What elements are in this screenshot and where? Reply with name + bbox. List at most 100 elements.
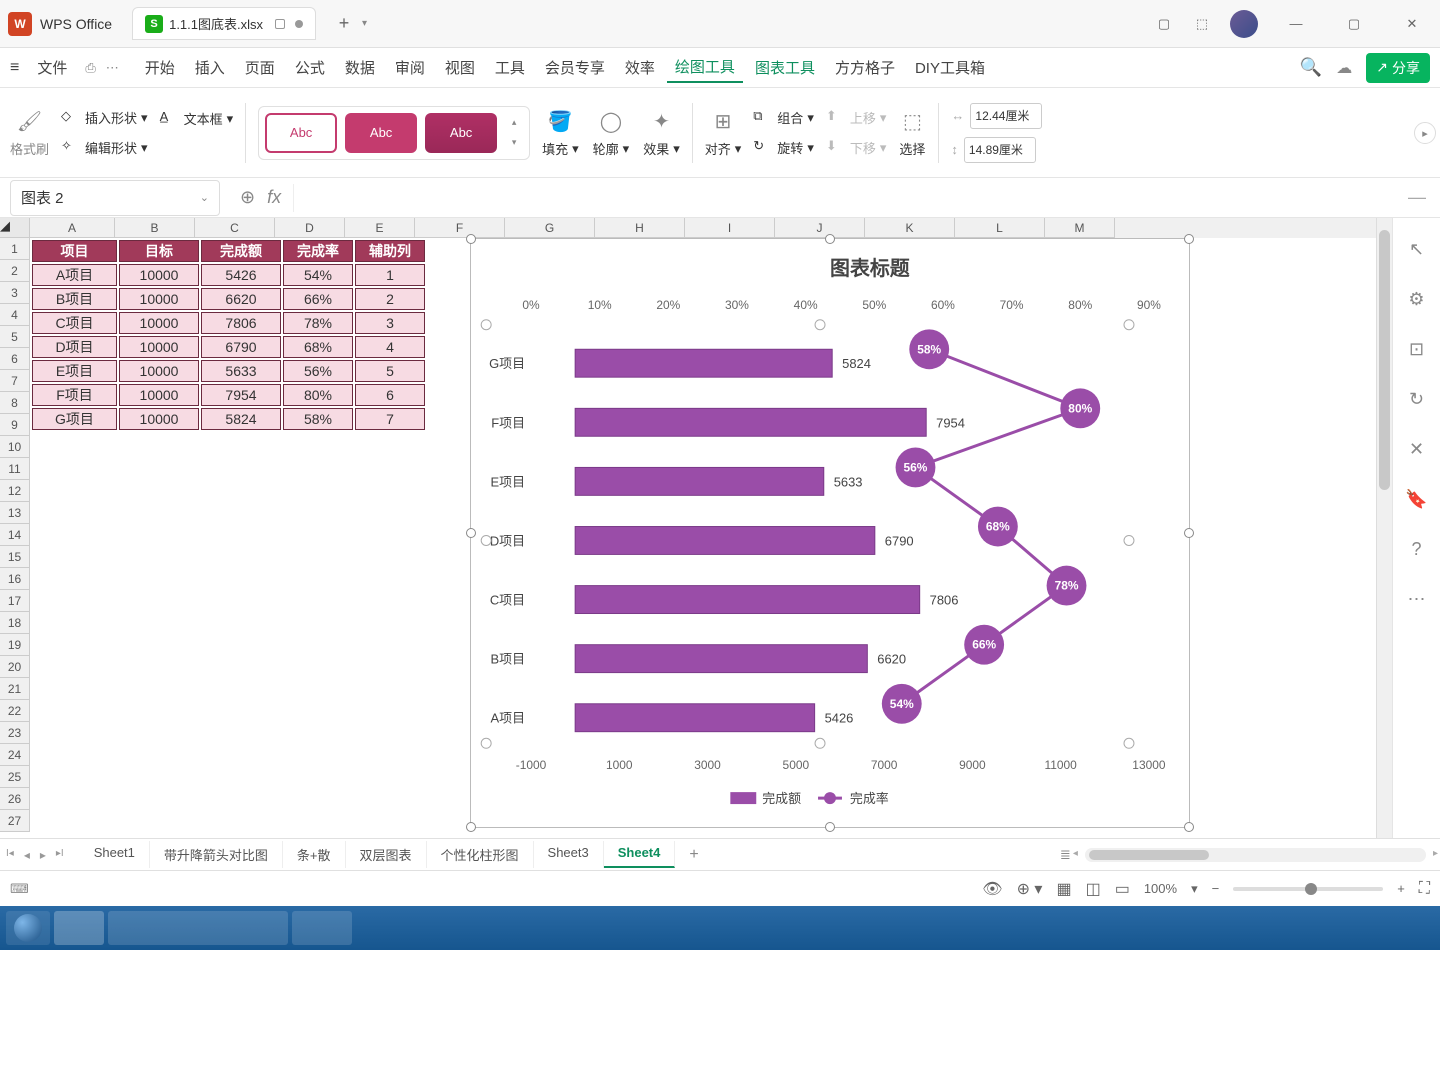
row-header[interactable]: 5 xyxy=(0,326,30,348)
chart-handle-nw[interactable] xyxy=(466,234,476,244)
style-swatch-3[interactable]: Abc xyxy=(425,113,497,153)
format-painter-group[interactable]: 🖌 格式刷 xyxy=(10,107,49,158)
row-header[interactable]: 15 xyxy=(0,546,30,568)
sheet-tab[interactable]: 条+散 xyxy=(283,841,346,868)
spreadsheet-grid[interactable]: ◢ ABCDEFGHIJKLM 123456789101112131415161… xyxy=(0,218,1376,838)
start-button[interactable] xyxy=(6,911,50,945)
row-header[interactable]: 4 xyxy=(0,304,30,326)
col-header-I[interactable]: I xyxy=(685,218,775,238)
menu-view[interactable]: 视图 xyxy=(437,53,483,82)
keyboard-icon[interactable]: ⌨ xyxy=(10,881,29,897)
table-cell[interactable]: 5426 xyxy=(201,264,281,286)
save-icon[interactable]: ⎙ xyxy=(85,60,95,76)
tab-window-icon[interactable] xyxy=(275,19,285,29)
col-header-B[interactable]: B xyxy=(115,218,195,238)
table-cell[interactable]: C项目 xyxy=(32,312,117,334)
fullscreen-icon[interactable]: ⛶ xyxy=(1419,880,1430,898)
bookmark-icon[interactable]: 🔖 xyxy=(1406,488,1428,510)
row-header[interactable]: 12 xyxy=(0,480,30,502)
menu-home[interactable]: 开始 xyxy=(137,53,183,82)
table-header[interactable]: 完成率 xyxy=(283,240,353,262)
menu-review[interactable]: 审阅 xyxy=(387,53,433,82)
tab-menu-chevron-icon[interactable]: ▾ xyxy=(362,18,367,29)
zoom-fx-icon[interactable]: ⊕ xyxy=(240,187,255,208)
window-minimize-button[interactable]: ― xyxy=(1276,16,1316,31)
zoom-value[interactable]: 100% xyxy=(1144,881,1177,896)
row-header[interactable]: 20 xyxy=(0,656,30,678)
taskbar-item-1[interactable] xyxy=(54,911,104,945)
col-header-G[interactable]: G xyxy=(505,218,595,238)
text-box-button[interactable]: A̲文本框 ▾ xyxy=(160,109,234,129)
menu-member[interactable]: 会员专享 xyxy=(537,53,613,82)
menu-hamburger-icon[interactable]: ≡ xyxy=(10,59,19,77)
sheet-tab[interactable]: Sheet1 xyxy=(80,841,150,868)
table-header[interactable]: 项目 xyxy=(32,240,117,262)
table-cell[interactable]: 10000 xyxy=(119,336,199,358)
add-sheet-button[interactable]: + xyxy=(681,846,706,864)
table-cell[interactable]: 10000 xyxy=(119,288,199,310)
row-header[interactable]: 22 xyxy=(0,700,30,722)
effects-button[interactable]: ✦效果 ▾ xyxy=(643,107,680,158)
select-all-corner[interactable]: ◢ xyxy=(0,218,30,238)
table-cell[interactable]: 10000 xyxy=(119,384,199,406)
ellipsis-icon[interactable]: ⋯ xyxy=(1406,588,1428,610)
collapse-panel-icon[interactable]: ― xyxy=(1394,187,1440,208)
table-cell[interactable]: 80% xyxy=(283,384,353,406)
sheet-tab[interactable]: Sheet3 xyxy=(534,841,604,868)
sheet-list-icon[interactable]: ≣ xyxy=(1060,847,1071,863)
device-icon[interactable]: ▢ xyxy=(1154,14,1174,34)
table-cell[interactable]: 5633 xyxy=(201,360,281,382)
align-button[interactable]: ⊞对齐 ▾ xyxy=(705,107,742,158)
name-box[interactable]: 图表 2 ⌄ xyxy=(10,180,220,216)
col-header-H[interactable]: H xyxy=(595,218,685,238)
formula-input[interactable] xyxy=(293,184,1394,212)
sheet-nav-arrows[interactable]: I◂◂▸▸I xyxy=(6,848,74,862)
table-cell[interactable]: 66% xyxy=(283,288,353,310)
bring-forward-button[interactable]: ⬆上移 ▾ xyxy=(826,108,887,128)
row-header[interactable]: 9 xyxy=(0,414,30,436)
table-cell[interactable]: 10000 xyxy=(119,312,199,334)
row-header[interactable]: 17 xyxy=(0,590,30,612)
window-close-button[interactable]: ✕ xyxy=(1392,16,1432,32)
table-cell[interactable]: 10000 xyxy=(119,360,199,382)
table-cell[interactable]: D项目 xyxy=(32,336,117,358)
table-header[interactable]: 目标 xyxy=(119,240,199,262)
focus-icon[interactable]: ⊕ ▾ xyxy=(1017,879,1043,899)
cube-icon[interactable]: ⬚ xyxy=(1192,14,1212,34)
send-backward-button[interactable]: ⬇下移 ▾ xyxy=(826,138,887,158)
eye-icon[interactable]: 👁 xyxy=(982,879,1002,899)
table-cell[interactable]: 6 xyxy=(355,384,425,406)
table-cell[interactable]: 78% xyxy=(283,312,353,334)
tab-close-icon[interactable] xyxy=(295,20,303,28)
row-header[interactable]: 6 xyxy=(0,348,30,370)
windows-taskbar[interactable] xyxy=(0,906,1440,950)
table-cell[interactable]: F项目 xyxy=(32,384,117,406)
menu-fangfang[interactable]: 方方格子 xyxy=(827,53,903,82)
row-header[interactable]: 3 xyxy=(0,282,30,304)
share-button[interactable]: ↗ 分享 xyxy=(1366,53,1430,83)
sheet-tab[interactable]: 个性化柱形图 xyxy=(427,841,534,868)
vertical-scrollbar[interactable] xyxy=(1376,218,1392,838)
vscroll-thumb[interactable] xyxy=(1379,230,1390,490)
chart-handle-n[interactable] xyxy=(825,234,835,244)
row-header[interactable]: 18 xyxy=(0,612,30,634)
hscroll-thumb[interactable] xyxy=(1089,850,1209,860)
chart-handle-s[interactable] xyxy=(825,822,835,832)
table-cell[interactable]: 5 xyxy=(355,360,425,382)
style-swatch-2[interactable]: Abc xyxy=(345,113,417,153)
cursor-icon[interactable]: ↖ xyxy=(1406,238,1428,260)
table-cell[interactable]: 54% xyxy=(283,264,353,286)
table-cell[interactable]: 4 xyxy=(355,336,425,358)
row-header[interactable]: 8 xyxy=(0,392,30,414)
file-menu[interactable]: 文件 xyxy=(29,53,75,82)
row-header[interactable]: 13 xyxy=(0,502,30,524)
table-cell[interactable]: 1 xyxy=(355,264,425,286)
fill-button[interactable]: 🪣填充 ▾ xyxy=(542,107,579,158)
row-header[interactable]: 27 xyxy=(0,810,30,832)
outline-button[interactable]: ◯轮廓 ▾ xyxy=(593,107,630,158)
row-header[interactable]: 21 xyxy=(0,678,30,700)
taskbar-item-3[interactable] xyxy=(292,911,352,945)
row-header[interactable]: 1 xyxy=(0,238,30,260)
col-header-M[interactable]: M xyxy=(1045,218,1115,238)
ribbon-expand-button[interactable]: ▸ xyxy=(1414,122,1436,144)
